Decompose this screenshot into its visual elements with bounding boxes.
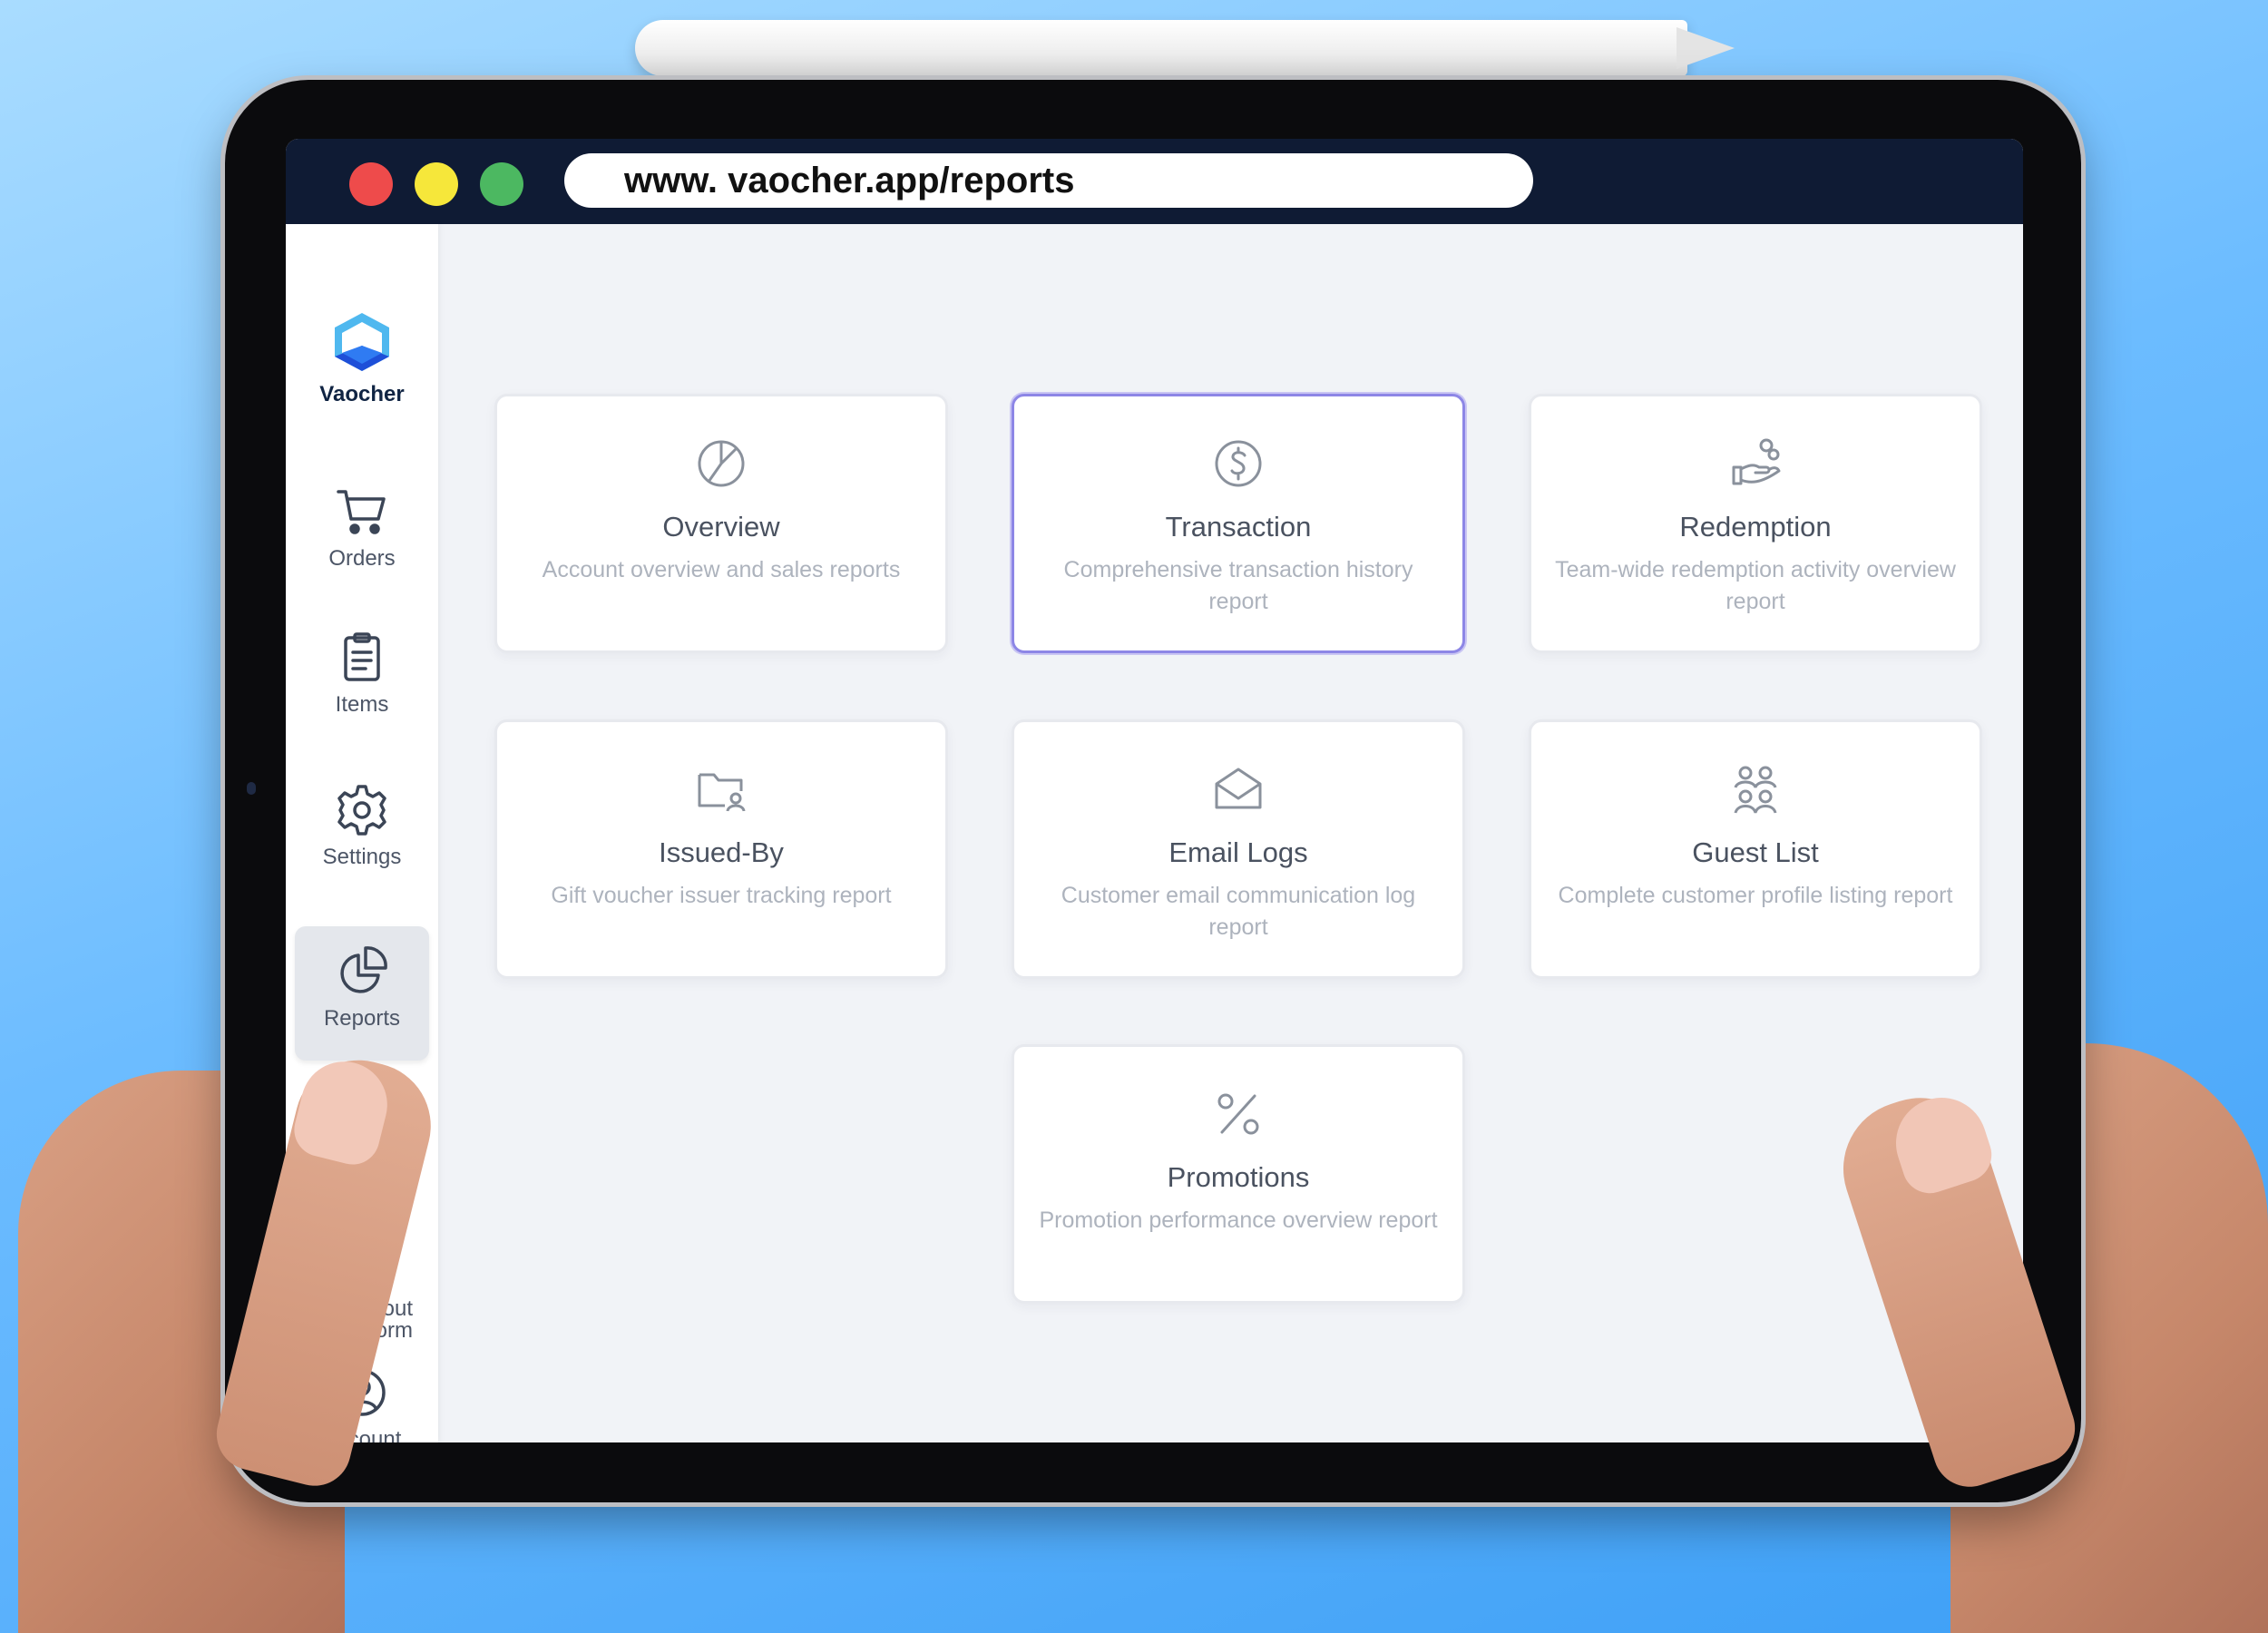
- sidebar-item-label: Settings: [322, 845, 402, 869]
- report-description: Team-wide redemption activity overview r…: [1555, 557, 1956, 614]
- report-title: Issued-By: [659, 836, 784, 868]
- folder-user-icon: [698, 773, 746, 812]
- app-logo[interactable]: Vaocher: [286, 304, 438, 406]
- report-title: Overview: [662, 511, 780, 543]
- report-description: Account overview and sales reports: [542, 557, 901, 582]
- report-title: Guest List: [1692, 836, 1819, 868]
- sidebar-item-orders[interactable]: Orders: [295, 466, 429, 601]
- logo-text: Vaocher: [319, 382, 405, 406]
- minimize-window-button[interactable]: [415, 162, 458, 206]
- browser-bar: www. vaocher.app/reports: [286, 139, 2023, 224]
- sidebar-item-settings[interactable]: Settings: [295, 765, 429, 899]
- pie-chart-icon: [698, 440, 745, 487]
- report-title: Redemption: [1679, 511, 1832, 543]
- cart-icon: [337, 490, 386, 534]
- maximize-window-button[interactable]: [480, 162, 523, 206]
- report-card-overview[interactable]: Overview Account overview and sales repo…: [494, 394, 948, 653]
- report-card-email-logs[interactable]: Email Logs Customer email communication …: [1012, 719, 1465, 979]
- report-card-promotions[interactable]: Promotions Promotion performance overvie…: [1012, 1044, 1465, 1304]
- pie-chart-icon: [340, 946, 387, 993]
- address-bar[interactable]: www. vaocher.app/reports: [564, 153, 1533, 208]
- report-description: Customer email communication log report: [1061, 883, 1416, 940]
- dollar-circle-icon: [1215, 440, 1262, 487]
- envelope-open-icon: [1215, 768, 1262, 809]
- report-title: Transaction: [1165, 511, 1312, 543]
- url-text: www. vaocher.app/reports: [624, 161, 1075, 200]
- apple-pencil: [635, 20, 1687, 76]
- percent-icon: [1217, 1093, 1259, 1135]
- clipboard-icon: [344, 632, 380, 681]
- sidebar-item-items[interactable]: Items: [295, 612, 429, 747]
- tablet-screen: www. vaocher.app/reports Vaocher Orders: [286, 139, 2023, 1442]
- vaocher-logo-icon: [335, 313, 389, 371]
- gear-icon: [337, 785, 386, 836]
- report-description: Gift voucher issuer tracking report: [551, 883, 892, 908]
- report-title: Email Logs: [1168, 836, 1308, 868]
- close-window-button[interactable]: [349, 162, 393, 206]
- sidebar-item-label: Orders: [328, 546, 396, 571]
- report-card-redemption[interactable]: Redemption Team-wide redemption activity…: [1529, 394, 1982, 653]
- hand-coins-icon: [1732, 438, 1781, 485]
- report-card-guest-list[interactable]: Guest List Complete customer profile lis…: [1529, 719, 1982, 979]
- users-group-icon: [1734, 766, 1777, 814]
- sidebar-item-reports[interactable]: Reports: [295, 926, 429, 1061]
- report-description: Complete customer profile listing report: [1558, 883, 1953, 908]
- apple-pencil-tip: [1677, 27, 1735, 69]
- report-description: Comprehensive transaction history report: [1063, 557, 1413, 614]
- report-card-transaction[interactable]: Transaction Comprehensive transaction hi…: [1012, 394, 1465, 653]
- sidebar-item-label: Items: [335, 692, 389, 717]
- sidebar-item-label: Reports: [323, 1006, 401, 1031]
- report-title: Promotions: [1167, 1161, 1310, 1193]
- tablet-camera: [247, 782, 256, 795]
- report-card-issued-by[interactable]: Issued-By Gift voucher issuer tracking r…: [494, 719, 948, 979]
- report-description: Promotion performance overview report: [1039, 1208, 1438, 1233]
